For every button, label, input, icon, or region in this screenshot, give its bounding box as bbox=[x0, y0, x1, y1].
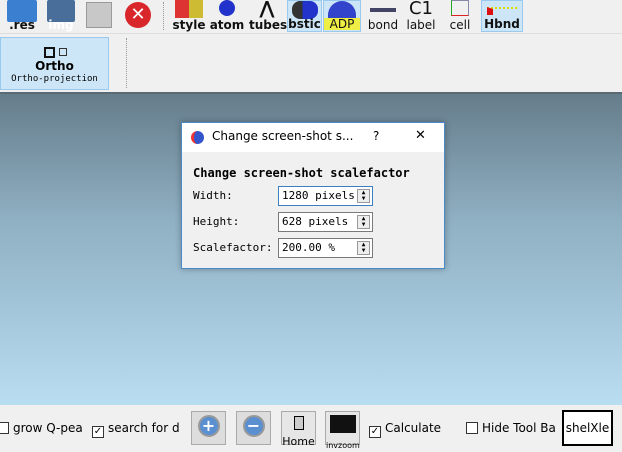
search-checkbox[interactable]: ✓ search for d bbox=[92, 421, 182, 438]
hbond-icon bbox=[487, 7, 517, 15]
checkbox-box bbox=[0, 422, 9, 434]
home-button[interactable]: Home bbox=[281, 411, 316, 448]
cell-icon bbox=[451, 0, 469, 16]
checkbox-label: grow Q-pea bbox=[13, 421, 83, 435]
height-spinbox[interactable]: 628 pixels ▲ ▼ bbox=[278, 212, 373, 232]
close-icon: ✕ bbox=[125, 2, 151, 28]
load-res-button[interactable]: .res bbox=[4, 0, 40, 32]
scalefactor-value: 200.00 % bbox=[282, 241, 335, 254]
ortho-icon bbox=[42, 47, 68, 59]
label-icon: C1 bbox=[408, 0, 434, 19]
checkbox-label: search for d bbox=[108, 421, 180, 435]
width-value: 1280 pixels bbox=[282, 189, 355, 202]
checkbox-box: ✓ bbox=[92, 426, 104, 438]
dialog-heading: Change screen-shot scalefactor bbox=[193, 166, 410, 180]
scalefactor-dialog: Change screen-shot s... ? ✕ Change scree… bbox=[181, 122, 445, 269]
scalefactor-label: Scalefactor: bbox=[193, 241, 273, 254]
height-label: Height: bbox=[193, 215, 240, 228]
save-image-button[interactable]: img bbox=[44, 0, 78, 32]
bottom-toolbar: grow Q-pea ✓ search for d + − Home invzoo… bbox=[0, 405, 622, 450]
grow-q-peaks-checkbox[interactable]: grow Q-pea bbox=[0, 421, 83, 435]
ortho-projection-button[interactable]: Ortho Ortho-projection bbox=[0, 37, 109, 90]
calculate-checkbox[interactable]: ✓ Calculate Ma bbox=[369, 421, 441, 438]
checkbox-label: Hide Tool Ba bbox=[482, 421, 556, 435]
adp-button[interactable]: ADP bbox=[323, 0, 361, 32]
style-button[interactable]: style bbox=[171, 0, 207, 32]
checkbox-label: Calculate Ma bbox=[385, 421, 441, 435]
bond-button[interactable]: bond bbox=[364, 0, 402, 32]
main-toolbar: .res img ✕ style atom ⋀ tubes bstic ADP b… bbox=[0, 0, 622, 33]
app-icon bbox=[191, 131, 204, 144]
shelxle-button[interactable]: shelXle bbox=[562, 410, 613, 446]
home-icon bbox=[293, 416, 304, 430]
scalefactor-spinbox[interactable]: 200.00 % ▲ ▼ bbox=[278, 238, 373, 258]
ortho-caption: Ortho-projection bbox=[11, 74, 98, 84]
save-icon bbox=[86, 2, 112, 28]
save-button[interactable] bbox=[84, 0, 114, 32]
atom-button[interactable]: atom bbox=[209, 0, 245, 32]
zoom-out-button[interactable]: − bbox=[236, 411, 271, 445]
spin-arrows-icon[interactable]: ▲ ▼ bbox=[357, 215, 370, 229]
bond-icon bbox=[370, 8, 396, 12]
toolbar-separator bbox=[163, 2, 165, 30]
spin-arrows-icon[interactable]: ▲ ▼ bbox=[357, 189, 370, 203]
tubes-button[interactable]: ⋀ tubes bbox=[249, 0, 287, 32]
ortho-label: Ortho bbox=[35, 59, 74, 73]
checkbox-box: ✓ bbox=[369, 426, 381, 438]
help-button[interactable]: ? bbox=[373, 129, 379, 143]
ball-stick-button[interactable]: bstic bbox=[287, 0, 322, 32]
home-label: Home bbox=[282, 435, 315, 448]
label-button[interactable]: C1 label bbox=[404, 0, 438, 32]
invzoom-icon bbox=[329, 415, 356, 433]
spin-arrows-icon[interactable]: ▲ ▼ bbox=[357, 241, 370, 255]
checkbox-box bbox=[466, 422, 478, 434]
zoom-out-icon: − bbox=[242, 415, 265, 437]
invzoom-button[interactable]: invzoom bbox=[325, 411, 360, 450]
width-label: Width: bbox=[193, 189, 233, 202]
dialog-title: Change screen-shot s... bbox=[212, 129, 354, 143]
quit-button[interactable]: ✕ bbox=[123, 0, 153, 32]
hbond-button[interactable]: Hbnd bbox=[481, 0, 523, 32]
cell-button[interactable]: cell bbox=[443, 0, 477, 32]
dialog-titlebar: Change screen-shot s... ? ✕ bbox=[182, 123, 444, 152]
atom-icon bbox=[219, 0, 235, 16]
width-spinbox[interactable]: 1280 pixels ▲ ▼ bbox=[278, 186, 373, 206]
close-button[interactable]: ✕ bbox=[415, 128, 426, 143]
hide-toolbar-checkbox[interactable]: Hide Tool Ba bbox=[466, 421, 556, 435]
tubes-icon: ⋀ bbox=[259, 0, 275, 19]
toolbar-separator bbox=[126, 38, 128, 88]
invzoom-label: invzoom bbox=[326, 441, 360, 450]
style-icon bbox=[175, 0, 203, 18]
zoom-in-icon: + bbox=[197, 415, 220, 437]
zoom-in-button[interactable]: + bbox=[191, 411, 226, 445]
height-value: 628 pixels bbox=[282, 215, 349, 228]
